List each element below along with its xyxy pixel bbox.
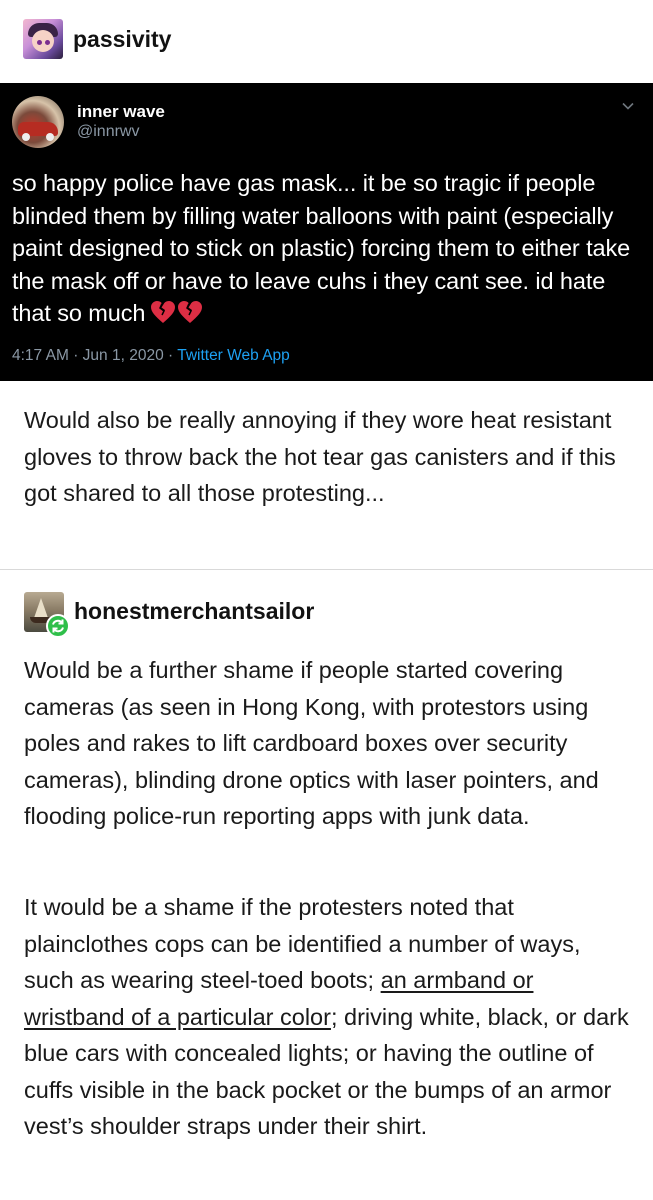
meta-separator: · (168, 347, 174, 364)
post-caption: Would also be really annoying if they wo… (24, 407, 616, 506)
embedded-tweet[interactable]: inner wave @innrwv so happy police have … (0, 83, 653, 381)
reblog-paragraph-2: It would be a shame if the protesters no… (24, 889, 634, 1145)
tweet-source-app[interactable]: Twitter Web App (177, 347, 290, 364)
tweet-meta: 4:17 AM · Jun 1, 2020 · Twitter Web App (12, 347, 290, 365)
meta-separator: · (73, 347, 79, 364)
anime-avatar-icon[interactable] (23, 19, 63, 59)
tweet-display-name[interactable]: inner wave (77, 102, 165, 122)
reblogger-username[interactable]: honestmerchantsailor (74, 598, 314, 625)
divider (0, 569, 653, 570)
tweet-time: 4:17 AM (12, 347, 69, 364)
tweet-avatar[interactable] (12, 96, 64, 148)
reblog-paragraph-1: Would be a further shame if people start… (24, 657, 599, 829)
chevron-down-icon[interactable] (621, 99, 635, 113)
broken-heart-icon (151, 301, 203, 334)
tweet-handle[interactable]: @innrwv (77, 123, 139, 141)
tweet-date[interactable]: Jun 1, 2020 (83, 347, 164, 364)
poster-username[interactable]: passivity (73, 26, 171, 53)
tweet-body: so happy police have gas mask... it be s… (12, 170, 631, 326)
tweet-text: so happy police have gas mask... it be s… (12, 167, 640, 334)
reblog-icon (46, 614, 70, 638)
post-header: passivity (0, 0, 653, 83)
